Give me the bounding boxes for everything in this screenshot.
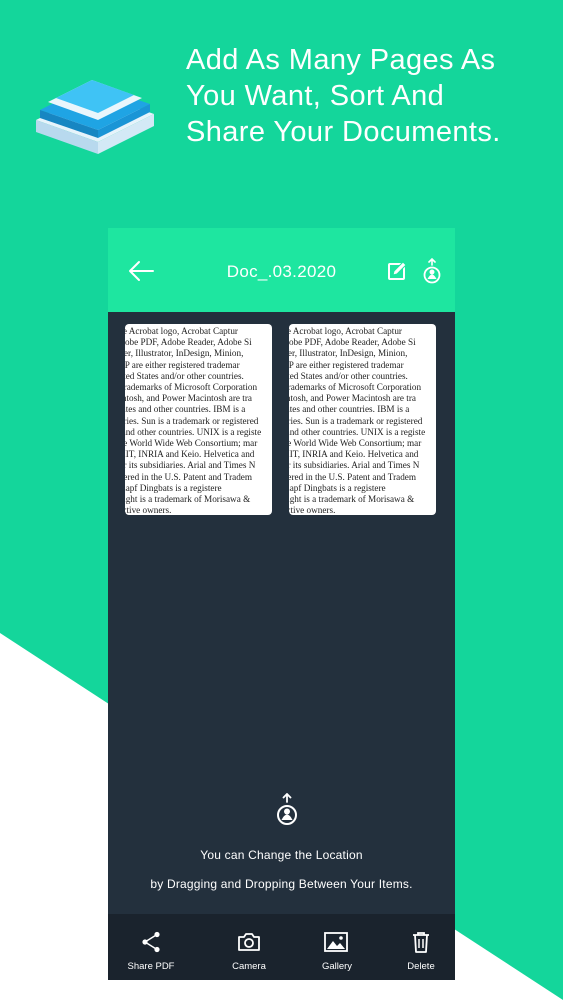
page-line: el, Adobe PDF, Adobe Reader, Adobe Si <box>125 337 252 348</box>
page-line: ed States and other countries. IBM is a <box>289 404 410 415</box>
page-line: respective owners. <box>289 505 336 515</box>
page-line: respective owners. <box>125 505 172 515</box>
page-line: registered in the U.S. Patent and Tradem <box>289 471 417 482</box>
page-line: gs, the Acrobat logo, Acrobat Captur <box>125 326 238 336</box>
page-thumbnail-2[interactable]: gs, the Acrobat logo, Acrobat Captur el,… <box>289 324 436 515</box>
page-line: d XMP are either registered trademar <box>289 359 404 370</box>
page-line: Macintosh, and Power Macintosh are tra <box>289 393 417 404</box>
gallery-icon <box>324 932 348 952</box>
page-line: ered trademarks of Microsoft Corporation <box>125 382 258 393</box>
page-line: ed States and other countries. IBM is a <box>125 404 246 415</box>
page-line: el, Adobe PDF, Adobe Reader, Adobe Si <box>289 337 416 348</box>
page-text: gs, the Acrobat logo, Acrobat Captur el,… <box>125 326 272 515</box>
page-line: for the World Wide Web Consortium; mar <box>289 438 422 449</box>
page-line: Macintosh, and Power Macintosh are tra <box>125 393 253 404</box>
share-icon <box>142 931 160 953</box>
camera-button[interactable]: Camera <box>206 914 292 980</box>
share-pdf-label: Share PDF <box>127 961 175 972</box>
headline-line: Add As Many Pages As <box>186 44 496 76</box>
page-line: eMaker, Illustrator, InDesign, Minion, <box>125 348 244 359</box>
page-line: e United States and/or other countries. <box>289 370 408 381</box>
page-line: gs, the Acrobat logo, Acrobat Captur <box>289 326 402 336</box>
phone-screen: Doc_.03.2020 gs, the Acrobat logo, Acrob… <box>108 228 455 980</box>
headline-line: You Want, Sort And <box>186 80 445 112</box>
page-line: ered trademarks of Microsoft Corporation <box>289 382 422 393</box>
page-text: gs, the Acrobat logo, Acrobat Captur el,… <box>289 326 436 515</box>
page-line: countries. Sun is a trademark or registe… <box>125 415 259 426</box>
promo-headline: Add As Many Pages As You Want, Sort And … <box>186 42 556 150</box>
page-line: U.S. and other countries. UNIX is a regi… <box>125 426 262 437</box>
share-pdf-button[interactable]: Share PDF <box>108 914 194 980</box>
page-line: ITC Zapf Dingbats is a registere <box>125 482 222 493</box>
page-line: for the World Wide Web Consortium; mar <box>125 438 258 449</box>
gallery-button[interactable]: Gallery <box>294 914 380 980</box>
headline-line: Share Your Documents. <box>186 116 501 148</box>
document-stack-icon <box>36 80 154 154</box>
delete-label: Delete <box>407 961 435 972</box>
page-line: ryo Light is a trademark of Morisawa & <box>289 494 415 505</box>
delete-button[interactable]: Delete <box>378 914 455 980</box>
page-line: ryo Light is a trademark of Morisawa & <box>125 494 251 505</box>
hint-text-line2: by Dragging and Dropping Between Your It… <box>150 877 413 891</box>
drag-reorder-icon[interactable] <box>422 258 442 284</box>
gallery-label: Gallery <box>321 961 353 972</box>
page-thumbnail-1[interactable]: gs, the Acrobat logo, Acrobat Captur el,… <box>125 324 272 515</box>
bottom-toolbar: Share PDF Camera Gallery Delete <box>108 914 455 980</box>
camera-icon <box>238 933 260 951</box>
trash-icon <box>413 932 429 953</box>
edit-icon[interactable] <box>387 261 407 281</box>
app-bar: Doc_.03.2020 <box>108 228 455 312</box>
page-line: e United States and/or other countries. <box>125 370 244 381</box>
camera-label: Camera <box>232 961 266 972</box>
page-line: ans MIT, INRIA and Keio. Helvetica and <box>125 449 255 460</box>
page-line: and/or its subsidiaries. Arial and Times… <box>289 460 420 471</box>
page-line: eMaker, Illustrator, InDesign, Minion, <box>289 348 408 359</box>
page-line: and/or its subsidiaries. Arial and Times… <box>125 460 256 471</box>
page-line: countries. Sun is a trademark or registe… <box>289 415 423 426</box>
drag-drop-icon <box>277 793 297 825</box>
page-line: U.S. and other countries. UNIX is a regi… <box>289 426 426 437</box>
page-line: ITC Zapf Dingbats is a registere <box>289 482 386 493</box>
hint-text-line1: You can Change the Location <box>200 848 363 862</box>
page-line: d XMP are either registered trademar <box>125 359 240 370</box>
page-line: ans MIT, INRIA and Keio. Helvetica and <box>289 449 419 460</box>
page-line: registered in the U.S. Patent and Tradem <box>125 471 253 482</box>
